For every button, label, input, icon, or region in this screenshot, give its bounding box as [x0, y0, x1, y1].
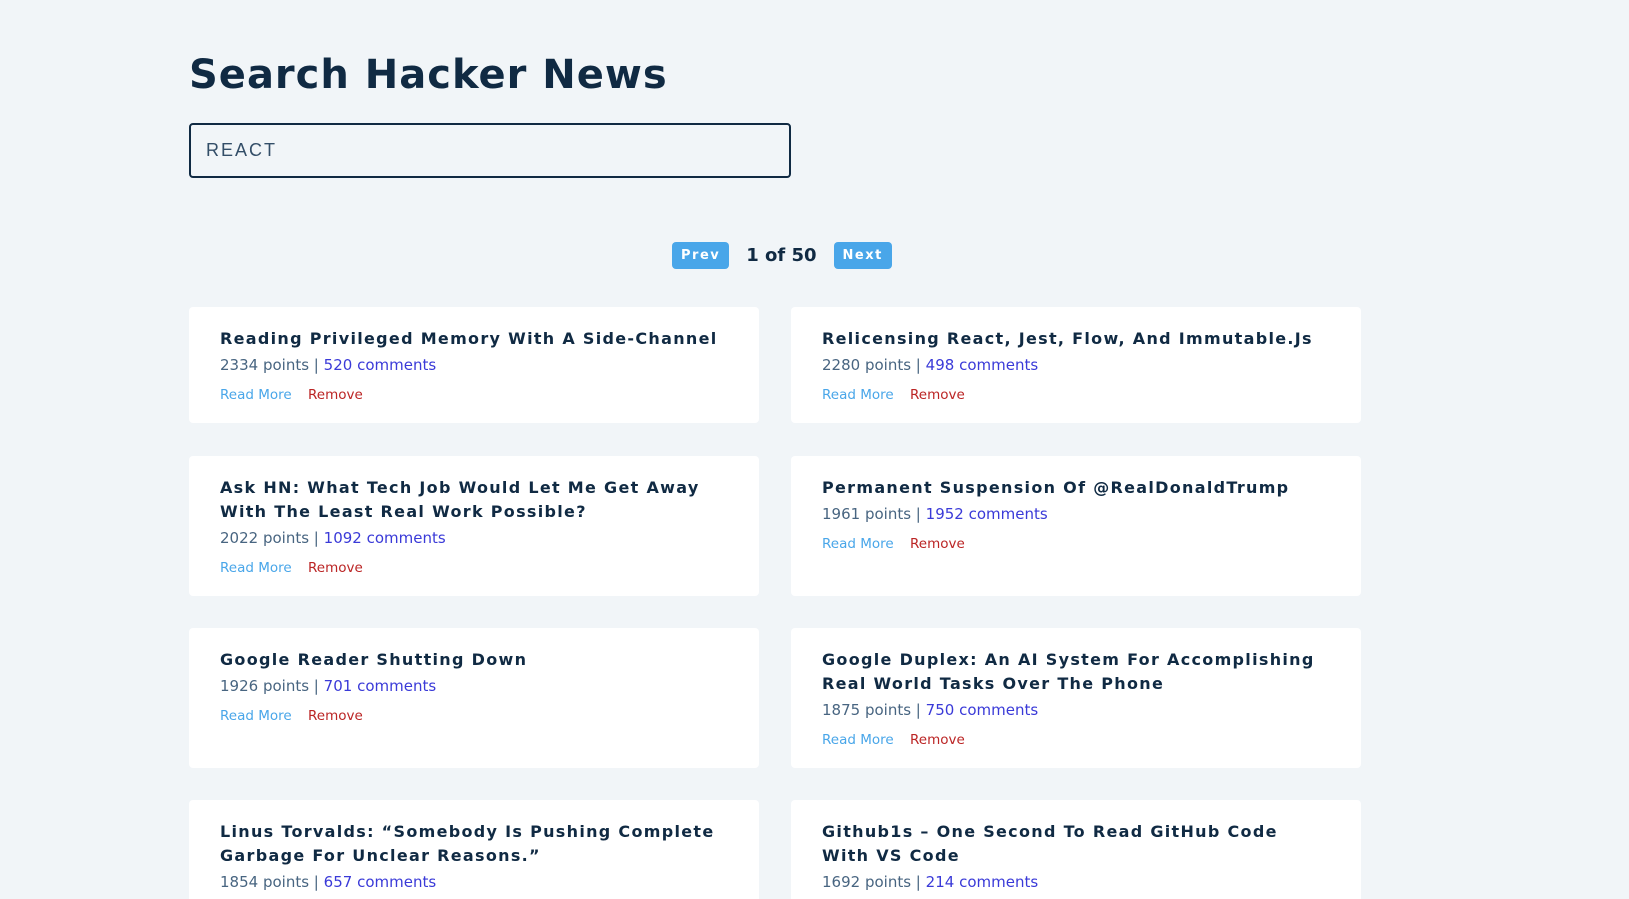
story-actions: Read More Remove — [822, 730, 1330, 750]
story-card: Ask HN: What Tech Job Would Let Me Get A… — [189, 456, 759, 596]
story-info: 2334 points | 520 comments — [220, 355, 728, 375]
points-label: points | — [262, 677, 319, 695]
next-button[interactable]: Next — [833, 241, 892, 269]
story-info: 2022 points | 1092 comments — [220, 528, 728, 548]
story-card: Reading Privileged Memory With A Side-Ch… — [189, 307, 759, 423]
story-info: 1961 points | 1952 comments — [822, 504, 1330, 524]
comments-link[interactable]: 498 comments — [926, 356, 1039, 374]
comments-link[interactable]: 657 comments — [324, 873, 437, 891]
points-label: points | — [262, 356, 319, 374]
story-actions: Read More Remove — [220, 558, 728, 578]
prev-button[interactable]: Prev — [672, 241, 730, 269]
comments-label: comments — [959, 873, 1039, 891]
comments-link[interactable]: 1092 comments — [324, 529, 446, 547]
remove-button[interactable]: Remove — [308, 560, 363, 576]
page-info: 1 of 50 — [746, 244, 817, 266]
points-label: points | — [864, 356, 921, 374]
page-title: Search Hacker News — [189, 52, 668, 98]
search-form — [189, 123, 791, 178]
comments-label: comments — [357, 356, 437, 374]
remove-button[interactable]: Remove — [308, 387, 363, 403]
story-actions: Read More Remove — [822, 534, 1330, 554]
story-title: Github1s – One Second To Read GitHub Cod… — [822, 822, 1278, 865]
read-more-link[interactable]: Read More — [822, 536, 894, 552]
comments-count: 1092 — [323, 529, 362, 547]
story-points: 2022 — [220, 529, 259, 547]
story-points: 1875 — [822, 701, 861, 719]
story-actions: Read More Remove — [220, 706, 728, 726]
story-card: Github1s – One Second To Read GitHub Cod… — [791, 800, 1361, 899]
comments-link[interactable]: 750 comments — [926, 701, 1039, 719]
read-more-link[interactable]: Read More — [220, 708, 292, 724]
story-title: Relicensing React, Jest, Flow, And Immut… — [822, 329, 1313, 348]
comments-label: comments — [968, 505, 1048, 523]
remove-button[interactable]: Remove — [910, 536, 965, 552]
comments-link[interactable]: 520 comments — [324, 356, 437, 374]
story-info: 1926 points | 701 comments — [220, 676, 728, 696]
read-more-link[interactable]: Read More — [220, 560, 292, 576]
story-points: 2334 — [220, 356, 259, 374]
story-points: 1692 — [822, 873, 861, 891]
remove-button[interactable]: Remove — [308, 708, 363, 724]
read-more-link[interactable]: Read More — [822, 387, 894, 403]
story-points: 1854 — [220, 873, 259, 891]
page: Search Hacker News Prev 1 of 50 Next Rea… — [0, 0, 1629, 899]
story-info: 1875 points | 750 comments — [822, 700, 1330, 720]
story-card: Google Reader Shutting Down 1926 points … — [189, 628, 759, 768]
comments-link[interactable]: 701 comments — [324, 677, 437, 695]
points-label: points | — [262, 873, 319, 891]
comments-count: 750 — [925, 701, 955, 719]
story-points: 2280 — [822, 356, 861, 374]
story-title: Google Duplex: An AI System For Accompli… — [822, 650, 1315, 693]
story-card: Linus Torvalds: “Somebody Is Pushing Com… — [189, 800, 759, 899]
comments-label: comments — [357, 677, 437, 695]
story-title: Ask HN: What Tech Job Would Let Me Get A… — [220, 478, 700, 521]
story-info: 2280 points | 498 comments — [822, 355, 1330, 375]
story-actions: Read More Remove — [220, 385, 728, 405]
story-actions: Read More Remove — [822, 385, 1330, 405]
read-more-link[interactable]: Read More — [220, 387, 292, 403]
comments-count: 657 — [323, 873, 353, 891]
comments-count: 214 — [925, 873, 955, 891]
comments-label: comments — [959, 701, 1039, 719]
comments-label: comments — [357, 873, 437, 891]
search-input[interactable] — [189, 123, 791, 178]
comments-link[interactable]: 214 comments — [926, 873, 1039, 891]
story-info: 1854 points | 657 comments — [220, 872, 728, 892]
comments-label: comments — [959, 356, 1039, 374]
points-label: points | — [864, 873, 921, 891]
read-more-link[interactable]: Read More — [822, 732, 894, 748]
story-card: Permanent Suspension Of @RealDonaldTrump… — [791, 456, 1361, 596]
comments-count: 701 — [323, 677, 353, 695]
remove-button[interactable]: Remove — [910, 387, 965, 403]
comments-count: 520 — [323, 356, 353, 374]
story-card: Google Duplex: An AI System For Accompli… — [791, 628, 1361, 768]
comments-count: 498 — [925, 356, 955, 374]
story-title: Reading Privileged Memory With A Side-Ch… — [220, 329, 718, 348]
story-card: Relicensing React, Jest, Flow, And Immut… — [791, 307, 1361, 423]
comments-count: 1952 — [925, 505, 964, 523]
story-title: Google Reader Shutting Down — [220, 650, 528, 669]
points-label: points | — [864, 505, 921, 523]
points-label: points | — [864, 701, 921, 719]
remove-button[interactable]: Remove — [910, 732, 965, 748]
pagination: Prev 1 of 50 Next — [672, 241, 892, 269]
story-points: 1961 — [822, 505, 861, 523]
story-info: 1692 points | 214 comments — [822, 872, 1330, 892]
story-title: Permanent Suspension Of @RealDonaldTrump — [822, 478, 1290, 497]
comments-label: comments — [366, 529, 446, 547]
comments-link[interactable]: 1952 comments — [926, 505, 1048, 523]
points-label: points | — [262, 529, 319, 547]
story-points: 1926 — [220, 677, 259, 695]
story-title: Linus Torvalds: “Somebody Is Pushing Com… — [220, 822, 715, 865]
